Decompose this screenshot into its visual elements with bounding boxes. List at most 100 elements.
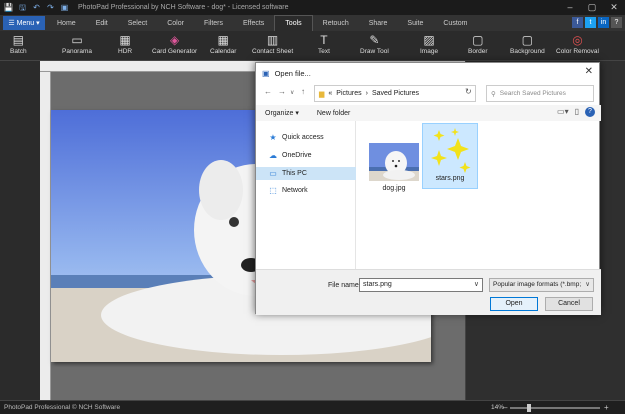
zoom-out-icon[interactable]: – bbox=[503, 403, 507, 412]
facebook-icon[interactable]: f bbox=[572, 17, 583, 28]
dog-thumbnail bbox=[369, 143, 419, 181]
chevron-down-icon[interactable]: ∨ bbox=[474, 279, 479, 291]
draw-tool-button[interactable]: ✎ Draw Tool bbox=[360, 32, 389, 55]
search-input[interactable]: ⚲ Search Saved Pictures bbox=[486, 85, 594, 102]
maximize-icon[interactable]: ▢ bbox=[581, 0, 603, 15]
image-icon: ▨ bbox=[423, 33, 435, 47]
file-type-value: Popular image formats (*.bmp; bbox=[493, 281, 582, 288]
customize-icon[interactable]: ▣ bbox=[59, 2, 70, 13]
app-icon: 💾 bbox=[3, 3, 14, 12]
cancel-button[interactable]: Cancel bbox=[545, 297, 593, 311]
breadcrumb-pictures[interactable]: Pictures bbox=[336, 90, 361, 97]
panorama-button[interactable]: ▭ Panorama bbox=[62, 32, 92, 55]
border-button[interactable]: ▢ Border bbox=[468, 32, 488, 55]
social-links: f t in ? bbox=[572, 17, 622, 28]
file-name-input[interactable]: stars.png ∨ bbox=[359, 278, 483, 292]
view-icon[interactable]: ▭▾ bbox=[557, 107, 569, 117]
dialog-footer: File name: stars.png ∨ Popular image for… bbox=[256, 269, 601, 315]
nav-item-network[interactable]: ⬚ Network bbox=[256, 184, 356, 197]
close-icon[interactable]: ✕ bbox=[603, 0, 625, 15]
tab-retouch[interactable]: Retouch bbox=[313, 15, 359, 31]
network-icon: ⬚ bbox=[269, 186, 277, 195]
preview-pane-icon[interactable]: ▯ bbox=[575, 107, 579, 117]
menu-bar: ☰ Menu ▾ Home Edit Select Color Filters … bbox=[0, 15, 625, 31]
card-generator-button[interactable]: ◈ Card Generator bbox=[152, 32, 197, 55]
batch-label: Batch bbox=[10, 48, 27, 55]
file-name: dog.jpg bbox=[382, 185, 406, 192]
window-controls: – ▢ ✕ bbox=[559, 0, 625, 15]
tab-color[interactable]: Color bbox=[157, 15, 194, 31]
chevron-down-icon[interactable]: ∨ bbox=[290, 89, 294, 96]
zoom-slider-thumb[interactable] bbox=[527, 404, 531, 412]
address-row: ← → ∨ ↑ ▆ « Pictures › Saved Pictures ↻ … bbox=[256, 83, 601, 105]
breadcrumb-saved-pictures[interactable]: Saved Pictures bbox=[372, 90, 419, 97]
border-icon: ▢ bbox=[472, 33, 484, 47]
new-folder-button[interactable]: New folder bbox=[317, 110, 350, 117]
zoom-slider[interactable] bbox=[510, 407, 600, 409]
save-icon[interactable]: 🖫 bbox=[17, 2, 28, 13]
address-bar[interactable]: ▆ « Pictures › Saved Pictures bbox=[314, 85, 476, 102]
tab-edit[interactable]: Edit bbox=[86, 15, 118, 31]
hamburger-icon: ☰ bbox=[8, 20, 15, 27]
tab-effects[interactable]: Effects bbox=[233, 15, 274, 31]
dialog-title-bar: ▣ Open file... bbox=[256, 63, 599, 83]
zoom-in-icon[interactable]: + bbox=[604, 403, 609, 412]
text-button[interactable]: T Text bbox=[318, 32, 330, 55]
nav-label: Quick access bbox=[282, 134, 324, 141]
tab-filters[interactable]: Filters bbox=[194, 15, 233, 31]
twitter-icon[interactable]: t bbox=[585, 17, 596, 28]
tab-custom[interactable]: Custom bbox=[433, 15, 477, 31]
minimize-icon[interactable]: – bbox=[559, 0, 581, 15]
nav-item-onedrive[interactable]: ☁ OneDrive bbox=[256, 149, 356, 162]
color-removal-button[interactable]: ◎ Color Removal bbox=[556, 32, 599, 55]
menu-button[interactable]: ☰ Menu ▾ bbox=[3, 16, 45, 30]
calendar-button[interactable]: ▦ Calendar bbox=[210, 32, 236, 55]
star-icon: ★ bbox=[269, 133, 277, 142]
panorama-icon: ▭ bbox=[71, 33, 83, 47]
chevron-down-icon: ▾ bbox=[36, 20, 40, 27]
file-item-stars[interactable]: stars.png bbox=[422, 123, 478, 189]
undo-icon[interactable]: ↶ bbox=[31, 2, 42, 13]
up-icon[interactable]: ↑ bbox=[301, 87, 305, 96]
redo-icon[interactable]: ↷ bbox=[45, 2, 56, 13]
batch-button[interactable]: ▤ Batch bbox=[10, 32, 27, 55]
card-generator-label: Card Generator bbox=[152, 48, 198, 55]
file-type-select[interactable]: Popular image formats (*.bmp; ∨ bbox=[489, 278, 594, 292]
hdr-button[interactable]: ▦ HDR bbox=[118, 32, 132, 55]
back-icon[interactable]: ← bbox=[264, 87, 272, 96]
contact-sheet-label: Contact Sheet bbox=[252, 48, 294, 55]
organize-button[interactable]: Organize ▾ bbox=[265, 109, 299, 117]
open-button[interactable]: Open bbox=[490, 297, 538, 311]
file-name-value: stars.png bbox=[363, 281, 392, 288]
forward-icon[interactable]: → bbox=[278, 87, 286, 96]
tab-suite[interactable]: Suite bbox=[397, 15, 433, 31]
image-button[interactable]: ▨ Image bbox=[420, 32, 438, 55]
refresh-icon[interactable]: ↻ bbox=[465, 87, 472, 96]
background-label: Background bbox=[510, 48, 545, 55]
tab-select[interactable]: Select bbox=[118, 15, 157, 31]
color-removal-label: Color Removal bbox=[556, 48, 599, 55]
tab-home[interactable]: Home bbox=[47, 15, 86, 31]
nav-item-this-pc[interactable]: ▭ This PC bbox=[256, 167, 356, 180]
status-text: PhotoPad Professional © NCH Software bbox=[4, 404, 121, 411]
tab-tools[interactable]: Tools bbox=[274, 15, 313, 31]
file-item-dog[interactable]: dog.jpg bbox=[366, 139, 422, 203]
background-icon: ▢ bbox=[521, 33, 534, 47]
batch-icon: ▤ bbox=[12, 33, 24, 47]
background-button[interactable]: ▢ Background bbox=[510, 32, 545, 55]
folder-icon: ▆ bbox=[319, 90, 325, 98]
nav-label: This PC bbox=[282, 170, 307, 177]
tab-share[interactable]: Share bbox=[359, 15, 398, 31]
close-icon[interactable]: ✕ bbox=[585, 66, 593, 77]
help-icon[interactable]: ? bbox=[611, 17, 622, 28]
linkedin-icon[interactable]: in bbox=[598, 17, 609, 28]
breadcrumb-overflow[interactable]: « bbox=[328, 90, 332, 97]
menu-label: Menu bbox=[16, 19, 35, 27]
help-icon[interactable]: ? bbox=[585, 107, 595, 117]
cloud-icon: ☁ bbox=[269, 151, 277, 160]
contact-sheet-button[interactable]: ▥ Contact Sheet bbox=[252, 32, 293, 55]
nav-item-quick-access[interactable]: ★ Quick access bbox=[256, 131, 356, 144]
window-title: PhotoPad Professional by NCH Software - … bbox=[78, 4, 289, 11]
contact-sheet-icon: ▥ bbox=[266, 33, 279, 47]
computer-icon: ▭ bbox=[269, 169, 277, 178]
